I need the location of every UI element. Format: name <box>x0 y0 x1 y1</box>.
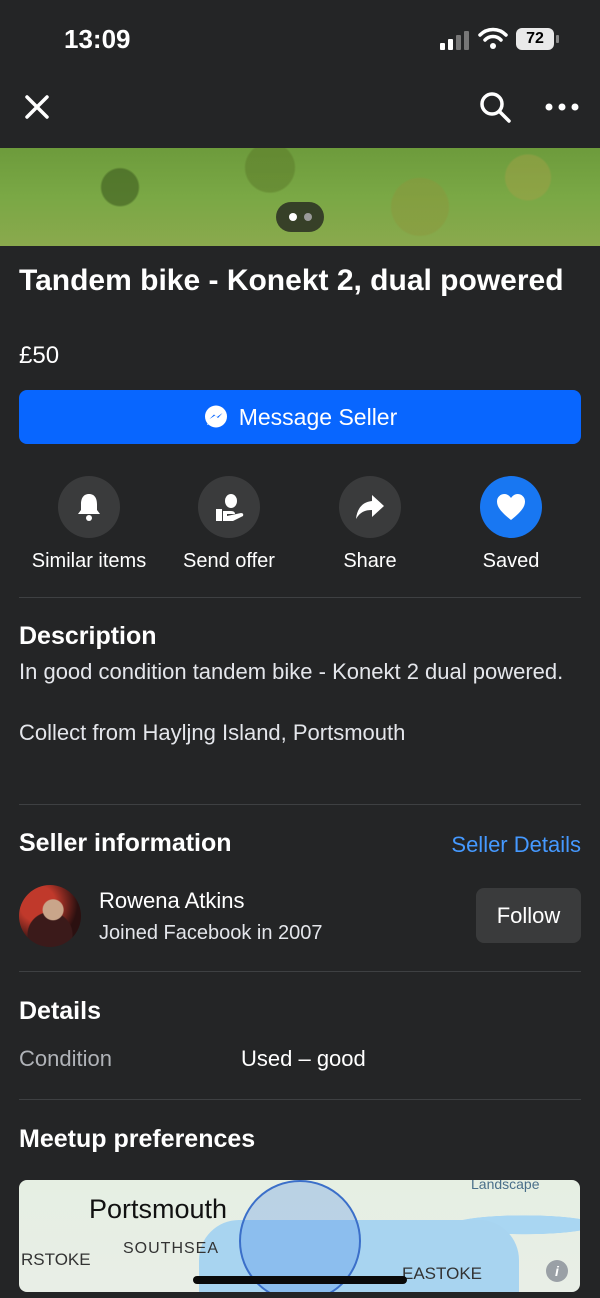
seller-name[interactable]: Rowena Atkins <box>99 888 245 914</box>
more-options-icon[interactable] <box>544 98 580 116</box>
share-button[interactable]: Share <box>300 476 440 573</box>
share-label: Share <box>343 550 397 572</box>
listing-title: Tandem bike - Konekt 2, dual powered <box>19 264 564 297</box>
similar-items-label: Similar items <box>31 550 147 572</box>
status-bar: 13:09 72 <box>0 0 600 80</box>
info-icon[interactable]: i <box>546 1260 568 1282</box>
details-heading: Details <box>19 997 101 1025</box>
seller-info-heading: Seller information <box>19 829 232 857</box>
map-label: EASTOKE <box>402 1264 482 1283</box>
pager-dot-active <box>289 213 297 221</box>
battery-level: 72 <box>516 28 554 50</box>
description-text: In good condition tandem bike - Konekt 2… <box>19 656 579 748</box>
send-offer-label: Send offer <box>183 550 275 572</box>
cellular-signal-icon <box>440 31 469 50</box>
description-line: In good condition tandem bike - Konekt 2… <box>19 659 564 684</box>
messenger-icon <box>204 405 227 428</box>
divider <box>19 971 581 972</box>
seller-joined: Joined Facebook in 2007 <box>99 922 323 944</box>
seller-details-link[interactable]: Seller Details <box>451 832 581 858</box>
saved-button[interactable]: Saved <box>441 476 581 573</box>
description-heading: Description <box>19 622 157 650</box>
top-nav <box>0 80 600 148</box>
wifi-icon <box>478 27 508 49</box>
bell-icon <box>78 494 100 521</box>
divider <box>19 597 581 598</box>
battery-icon: 72 <box>516 28 560 52</box>
close-icon[interactable] <box>22 92 52 122</box>
similar-items-button[interactable]: Similar items <box>19 476 159 573</box>
offer-icon <box>216 494 244 521</box>
description-line: Collect from Hayljng Island, Portsmouth <box>19 720 406 745</box>
condition-value: Used – good <box>241 1046 366 1071</box>
message-seller-label: Message Seller <box>238 403 398 430</box>
map-label: Landscape <box>471 1180 540 1192</box>
pager-dot <box>304 213 312 221</box>
map-label-city: Portsmouth <box>89 1194 228 1224</box>
divider <box>19 804 581 805</box>
share-icon <box>356 495 384 519</box>
map-label: SOUTHSEA <box>123 1240 220 1257</box>
send-offer-button[interactable]: Send offer <box>159 476 299 573</box>
status-time: 13:09 <box>64 24 131 54</box>
listing-price: £50 <box>19 342 60 369</box>
saved-label: Saved <box>482 550 540 572</box>
search-icon[interactable] <box>478 90 512 124</box>
map-label: RSTOKE <box>21 1250 91 1269</box>
meetup-heading: Meetup preferences <box>19 1125 256 1153</box>
divider <box>19 1099 581 1100</box>
photo-pager[interactable] <box>276 202 324 232</box>
home-indicator <box>193 1276 407 1284</box>
heart-icon <box>497 494 525 520</box>
follow-button[interactable]: Follow <box>476 888 581 943</box>
message-seller-button[interactable]: Message Seller <box>19 390 581 444</box>
seller-avatar[interactable] <box>19 885 81 947</box>
condition-label: Condition <box>19 1046 112 1071</box>
